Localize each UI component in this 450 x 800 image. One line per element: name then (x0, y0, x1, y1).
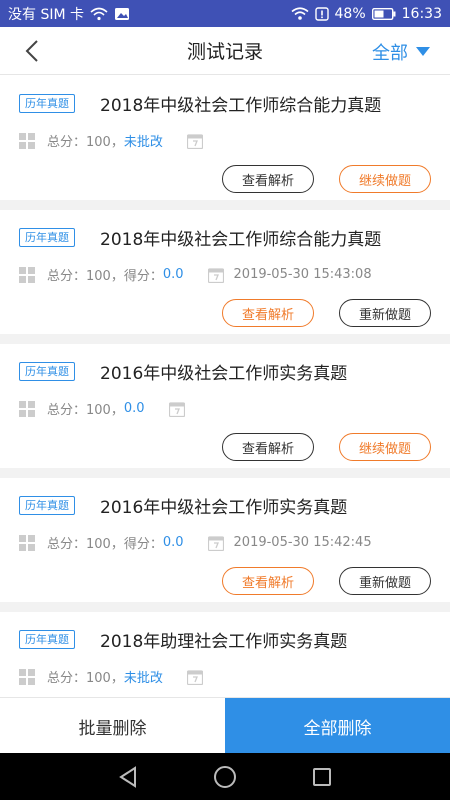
record-list[interactable]: 历年真题 2018年中级社会工作师综合能力真题 总分：100， 未批改 查看解析… (0, 76, 450, 696)
redo-button[interactable]: 重新做题 (339, 567, 431, 595)
record-card[interactable]: 历年真题 2016年中级社会工作师实务真题 总分：100， 得分： 0.0 20… (0, 478, 450, 612)
calendar-icon (207, 535, 224, 551)
filter-dropdown[interactable]: 全部 (372, 39, 430, 65)
score-label: 得分： (123, 537, 163, 552)
continue-button[interactable]: 继续做题 (339, 433, 431, 461)
triangle-back-icon (119, 765, 137, 788)
filter-label: 全部 (372, 43, 408, 64)
record-meta: 总分：100， 得分： 0.0 2019-05-30 15:43:08 (19, 265, 372, 284)
caret-down-icon (416, 47, 430, 56)
grid-icon (19, 132, 35, 149)
record-title: 2018年助理社会工作师实务真题 (100, 632, 348, 652)
record-meta: 总分：100， 得分： 0.0 2019-05-30 15:42:45 (19, 533, 372, 552)
batch-delete-button[interactable]: 批量删除 (0, 698, 225, 754)
record-tag: 历年真题 (19, 362, 75, 381)
score-total: 总分：100， (47, 403, 124, 418)
nav-back-button[interactable] (113, 762, 143, 792)
wifi-hotspot-icon (90, 7, 108, 21)
record-tag: 历年真题 (19, 496, 75, 515)
record-status: 未批改 (123, 135, 163, 150)
record-tag: 历年真题 (19, 228, 75, 247)
battery-icon (371, 7, 396, 20)
score-total: 总分：100， (47, 135, 124, 150)
record-date: 2019-05-30 15:43:08 (233, 267, 372, 282)
record-meta: 总分：100， 0.0 (19, 399, 195, 418)
grid-icon (19, 266, 35, 283)
bottom-action-bar: 批量删除 全部删除 (0, 697, 450, 754)
grid-icon (19, 534, 35, 551)
record-score: 0.0 (162, 267, 184, 282)
carrier-label: 没有 SIM 卡 (8, 6, 84, 23)
record-card[interactable]: 历年真题 2018年助理社会工作师实务真题 总分：100， 未批改 (0, 612, 450, 696)
record-title: 2018年中级社会工作师综合能力真题 (100, 230, 382, 250)
system-nav-bar (0, 753, 450, 800)
calendar-icon (168, 401, 185, 417)
score-label: 得分： (123, 269, 163, 284)
record-card[interactable]: 历年真题 2018年中级社会工作师综合能力真题 总分：100， 得分： 0.0 … (0, 210, 450, 344)
record-status: 未批改 (123, 671, 163, 686)
delete-all-button[interactable]: 全部删除 (225, 698, 450, 754)
score-total: 总分：100， (47, 537, 124, 552)
circle-home-icon (213, 765, 236, 788)
calendar-icon (207, 267, 224, 283)
signal-alert-icon (314, 6, 329, 21)
app-header: 测试记录 全部 (0, 27, 450, 75)
record-date: 2019-05-30 15:42:45 (233, 535, 372, 550)
nav-recents-button[interactable] (307, 762, 337, 792)
record-title: 2016年中级社会工作师实务真题 (100, 364, 348, 384)
wifi-icon (291, 6, 309, 21)
record-meta: 总分：100， 未批改 (19, 667, 213, 686)
record-card[interactable]: 历年真题 2018年中级社会工作师综合能力真题 总分：100， 未批改 查看解析… (0, 76, 450, 210)
record-tag: 历年真题 (19, 630, 75, 649)
score-total: 总分：100， (47, 269, 124, 284)
calendar-icon (186, 669, 203, 685)
chevron-left-icon (25, 40, 38, 62)
view-analysis-button[interactable]: 查看解析 (222, 299, 314, 327)
record-score: 0.0 (123, 401, 145, 416)
record-tag: 历年真题 (19, 94, 75, 113)
view-analysis-button[interactable]: 查看解析 (222, 567, 314, 595)
redo-button[interactable]: 重新做题 (339, 299, 431, 327)
record-title: 2016年中级社会工作师实务真题 (100, 498, 348, 518)
nav-home-button[interactable] (210, 762, 240, 792)
view-analysis-button[interactable]: 查看解析 (222, 165, 314, 193)
score-total: 总分：100， (47, 671, 124, 686)
square-recents-icon (312, 767, 331, 786)
back-button[interactable] (18, 37, 46, 65)
record-title: 2018年中级社会工作师综合能力真题 (100, 96, 382, 116)
continue-button[interactable]: 继续做题 (339, 165, 431, 193)
record-score: 0.0 (162, 535, 184, 550)
battery-percent: 48% (334, 5, 366, 22)
view-analysis-button[interactable]: 查看解析 (222, 433, 314, 461)
status-bar: 没有 SIM 卡 48% 16:33 (0, 0, 450, 27)
image-notification-icon (114, 7, 130, 21)
record-meta: 总分：100， 未批改 (19, 131, 213, 150)
record-card[interactable]: 历年真题 2016年中级社会工作师实务真题 总分：100， 0.0 查看解析 继… (0, 344, 450, 478)
clock: 16:33 (401, 5, 442, 22)
grid-icon (19, 668, 35, 685)
grid-icon (19, 400, 35, 417)
calendar-icon (186, 133, 203, 149)
